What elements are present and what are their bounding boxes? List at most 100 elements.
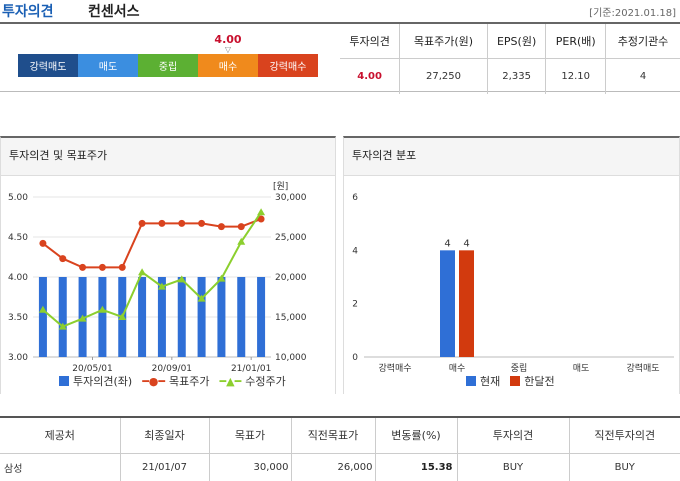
y-tick-label: 6 [352, 193, 358, 203]
summary-opinion-value: 4.00 [340, 58, 401, 94]
detail-header: 직전투자의견 [569, 417, 680, 454]
y-left-tick-label: 5.00 [8, 193, 28, 203]
detail-header-row: 제공처 최종일자 목표가 직전목표가 변동률(%) 투자의견 직전투자의견 [0, 417, 680, 454]
opinion-summary: 4.00 ▽ 강력매도 매도 중립 매수 강력매수 투자의견 목표주가(원) E… [0, 22, 680, 94]
prev-month-bar [459, 250, 474, 357]
legend-label: 한달전 [524, 375, 555, 388]
summary-header: EPS(원) [487, 24, 547, 59]
category-label: 매도 [573, 363, 590, 374]
opinion-target-chart: [원] 5.00 4.50 4.00 3.50 3.00 30,000 25,000 20,00… [8, 181, 307, 374]
summary-eps-value: 2,335 [487, 58, 547, 94]
legend-swatch [510, 376, 521, 386]
target-price-point [39, 239, 47, 247]
target-price-line [42, 218, 262, 269]
y-right-tick-label: 10,000 [275, 353, 307, 363]
summary-header-row: 투자의견 목표주가(원) EPS(원) PER(배) 추정기관수 [340, 24, 680, 59]
target-price-point [98, 263, 106, 271]
bar-value-label: 4 [463, 238, 469, 249]
scale-strong-buy: 강력매수 [258, 54, 318, 77]
page-title-strong: 투자의견 [2, 4, 54, 20]
target-price-point [118, 263, 126, 271]
basis-date: [기준:2021.01.18] [589, 8, 676, 19]
summary-value-row: 4.00 27,250 2,335 12.10 4 [340, 58, 680, 94]
y-right-tick-label: 30,000 [275, 193, 307, 203]
target-price-point [79, 263, 87, 271]
current-bar [440, 250, 455, 357]
scale-neutral: 중립 [138, 54, 198, 77]
y-tick-label: 2 [352, 300, 358, 310]
chart-legend: 투자의견(좌) ━●━ 목표주가 ━▲━ 수정주가 [59, 373, 286, 389]
y-left-tick-label: 4.00 [8, 273, 28, 283]
opinion-bar [237, 277, 246, 357]
legend-line-marker: ━●━ [142, 374, 166, 388]
adjusted-price-point [257, 208, 266, 216]
axis-unit-label: [원] [273, 181, 288, 192]
summary-header: 목표주가(원) [399, 24, 488, 59]
legend-item: ━●━ 목표주가 [142, 373, 209, 389]
legend-item: 현재 [466, 373, 500, 389]
legend-swatch [466, 376, 476, 386]
summary-header: 투자의견 [340, 24, 401, 59]
panel-title: 투자의견 및 목표주가 [1, 138, 335, 176]
y-right-tick-label: 20,000 [275, 273, 307, 283]
summary-count-value: 4 [639, 70, 647, 82]
legend-line-marker: ━▲━ [219, 374, 242, 388]
opinion-bar [177, 277, 186, 357]
legend-bar-swatch [59, 376, 69, 386]
opinion-bar [38, 277, 47, 357]
y-left-tick-label: 4.50 [8, 233, 28, 243]
legend-item: ━▲━ 수정주가 [220, 373, 286, 389]
legend-item: 투자의견(좌) [59, 373, 132, 389]
legend-label: 목표주가 [169, 375, 210, 388]
scale-buy: 매수 [198, 54, 258, 77]
y-left-tick-label: 3.50 [8, 313, 28, 323]
detail-header: 직전목표가 [291, 417, 376, 454]
y-right-tick-label: 25,000 [275, 233, 307, 243]
legend-label: 수정주가 [245, 375, 286, 388]
opinion-bar [197, 277, 206, 357]
summary-target-value: 27,250 [399, 58, 488, 94]
y-tick-label: 4 [352, 246, 358, 256]
prev-target-price: 26,000 [291, 453, 376, 481]
target-price-point [158, 219, 166, 227]
legend-label: 현재 [480, 375, 501, 388]
scale-strong-sell: 강력매도 [18, 54, 78, 77]
last-date: 21/01/07 [120, 453, 210, 481]
adjusted-price-point [138, 268, 147, 276]
opinion-target-panel: 투자의견 및 목표주가 [원] 5.00 4.50 4.00 3.50 3.00 30,00… [0, 136, 336, 394]
provider-detail-table: 제공처 최종일자 목표가 직전목표가 변동률(%) 투자의견 직전투자의견 삼성… [0, 416, 680, 481]
opinion: BUY [457, 453, 570, 481]
opinion-pointer-icon: ▽ [224, 45, 232, 54]
opinion-bar [98, 277, 107, 357]
summary-header: PER(배) [545, 24, 607, 59]
legend-label: 투자의견(좌) [73, 375, 133, 388]
scale-sell: 매도 [78, 54, 138, 77]
distribution-panel: 투자의견 분포 6 4 2 0 강력매수 매수 4 4 중립 매도 강력매도 현재 한달전 [343, 136, 680, 394]
summary-per-value: 12.10 [545, 58, 607, 94]
target-price-point [217, 223, 225, 231]
detail-header: 투자의견 [457, 417, 570, 454]
target-price-point [59, 255, 67, 263]
change-rate: 15.38 [375, 453, 458, 481]
chart-legend: 현재 한달전 [466, 373, 555, 389]
bar-value-label: 4 [444, 238, 450, 249]
target-price-point [237, 223, 245, 231]
distribution-chart: 6420강력매수 매수4 4중립 매도 강력매도 [352, 193, 674, 374]
target-price: 30,000 [209, 453, 292, 481]
detail-header: 최종일자 [120, 417, 210, 454]
table-row: 삼성 21/01/07 30,000 26,000 15.38 BUY BUY [0, 453, 680, 481]
summary-table: 투자의견 목표주가(원) EPS(원) PER(배) 추정기관수 4.00 27… [340, 24, 680, 94]
opinion-scale-bar: 강력매도 매도 중립 매수 강력매수 [18, 54, 318, 77]
target-price-point [178, 219, 186, 227]
target-price-point [198, 219, 206, 227]
opinion-bar [217, 277, 226, 357]
opinion-bar [138, 277, 147, 357]
page-header: 투자의견 컨센서스 [기준:2021.01.18] [0, 0, 680, 22]
category-label: 강력매수 [378, 362, 411, 374]
y-left-tick-label: 3.00 [8, 353, 28, 363]
category-label: 매수 [449, 363, 466, 374]
detail-header: 변동률(%) [375, 417, 458, 454]
provider-name: 삼성 [0, 453, 121, 481]
opinion-bar [257, 277, 266, 357]
page-title: 컨센서스 [88, 4, 140, 20]
